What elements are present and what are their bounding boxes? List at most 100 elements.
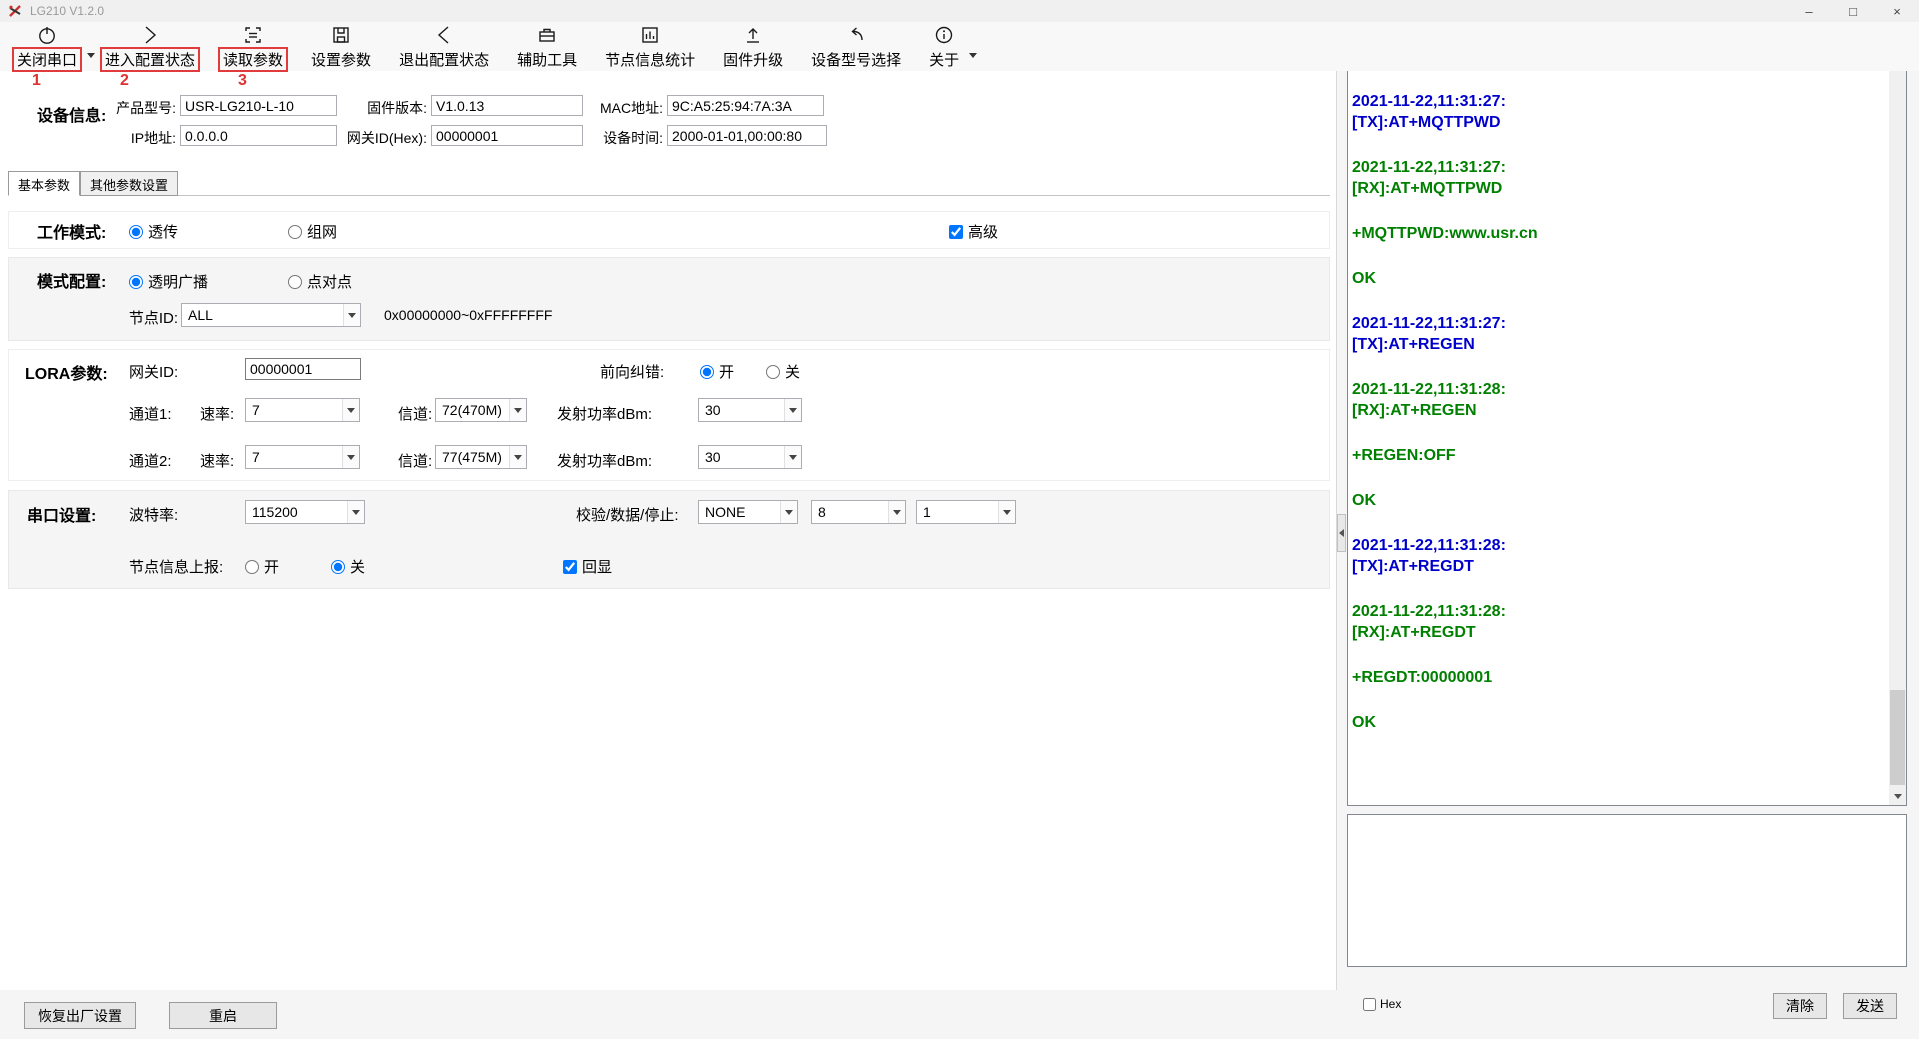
toolbox-icon bbox=[536, 24, 558, 46]
work-mode-network-radio[interactable]: 组网 bbox=[288, 221, 337, 242]
log-line: 2021-11-22,11:31:28: bbox=[1352, 535, 1872, 556]
save-icon bbox=[330, 24, 352, 46]
device-info-title: 设备信息: bbox=[37, 102, 106, 126]
toolbar-button-aux-tools[interactable]: 辅助工具 bbox=[510, 22, 584, 72]
send-button[interactable]: 发送 bbox=[1843, 993, 1897, 1019]
reboot-button[interactable]: 重启 bbox=[169, 1002, 277, 1029]
toolbar-label: 固件升级 bbox=[718, 47, 788, 72]
toolbar-label: 读取参数 bbox=[218, 47, 288, 72]
chevron-left-icon bbox=[433, 24, 455, 46]
baud-rate-select[interactable]: 115200 bbox=[245, 500, 365, 524]
log-line: 2021-11-22,11:31:28: bbox=[1352, 601, 1872, 622]
echo-checkbox[interactable]: 回显 bbox=[563, 556, 612, 577]
mode-config-title: 模式配置: bbox=[37, 268, 106, 292]
firmware-version-field[interactable] bbox=[431, 95, 583, 116]
node-id-range-hint: 0x00000000~0xFFFFFFFF bbox=[384, 307, 552, 323]
toolbar-button-exit-config[interactable]: 退出配置状态 bbox=[392, 22, 496, 72]
power2-select[interactable]: 30 bbox=[698, 445, 802, 469]
annotation-number: 1 bbox=[32, 72, 41, 90]
firmware-upload-icon bbox=[742, 24, 764, 46]
mode-p2p-radio[interactable]: 点对点 bbox=[288, 271, 352, 292]
toolbar-button-device-model[interactable]: 设备型号选择 bbox=[804, 22, 908, 72]
log-line: +MQTTPWD:www.usr.cn bbox=[1352, 223, 1872, 244]
node-id-select[interactable]: ALL bbox=[181, 303, 361, 327]
toolbar-button-set-params[interactable]: 设置参数 bbox=[304, 22, 378, 72]
tab-other-params[interactable]: 其他参数设置 bbox=[80, 171, 178, 196]
stats-chart-icon bbox=[639, 24, 661, 46]
mac-address-field[interactable] bbox=[667, 95, 824, 116]
toolbar-button-about[interactable]: 关于 bbox=[922, 22, 966, 72]
chevron-down-icon bbox=[347, 501, 364, 523]
rate1-select[interactable]: 7 bbox=[245, 398, 360, 422]
node-report-on-radio[interactable]: 开 bbox=[245, 556, 279, 577]
advanced-checkbox[interactable]: 高级 bbox=[949, 221, 998, 242]
toolbar-button-enter-config[interactable]: 进入配置状态 2 bbox=[98, 22, 202, 72]
toolbar-button-node-stats[interactable]: 节点信息统计 bbox=[598, 22, 702, 72]
panel-splitter[interactable] bbox=[1337, 514, 1346, 552]
clear-button[interactable]: 清除 bbox=[1773, 993, 1827, 1019]
product-model-field[interactable] bbox=[180, 95, 337, 116]
channel2-freq-select[interactable]: 77(475M) bbox=[435, 445, 527, 469]
channel1-label: 通道1: bbox=[129, 403, 172, 424]
minimize-button[interactable]: – bbox=[1787, 0, 1831, 22]
baud-rate-label: 波特率: bbox=[129, 504, 178, 525]
log-line: 2021-11-22,11:31:27: bbox=[1352, 157, 1872, 178]
gateway-id-input[interactable] bbox=[245, 358, 361, 380]
channel2-label: 通道2: bbox=[129, 450, 172, 471]
maximize-button[interactable]: □ bbox=[1831, 0, 1875, 22]
log-line: [TX]:AT+REGEN bbox=[1352, 334, 1872, 355]
fec-off-radio[interactable]: 关 bbox=[766, 361, 800, 382]
send-input[interactable] bbox=[1348, 815, 1906, 966]
stop-bits-select[interactable]: 1 bbox=[916, 500, 1016, 524]
scrollbar-down-button[interactable] bbox=[1889, 788, 1906, 805]
node-report-off-radio[interactable]: 关 bbox=[331, 556, 365, 577]
annotation-number: 2 bbox=[120, 72, 129, 90]
log-line: [RX]:AT+REGEN bbox=[1352, 400, 1872, 421]
data-bits-select[interactable]: 8 bbox=[811, 500, 906, 524]
window-title: LG210 V1.2.0 bbox=[30, 4, 104, 18]
scan-params-icon bbox=[242, 24, 264, 46]
log-line: [RX]:AT+REGDT bbox=[1352, 622, 1872, 643]
parity-select[interactable]: NONE bbox=[698, 500, 798, 524]
info-icon bbox=[933, 24, 955, 46]
app-window: LG210 V1.2.0 – □ × 关闭串口 1 进入配置状态 2 读取参数 … bbox=[0, 0, 1919, 1039]
close-button[interactable]: × bbox=[1875, 0, 1919, 22]
device-time-field[interactable] bbox=[667, 125, 827, 146]
fec-on-radio[interactable]: 开 bbox=[700, 361, 734, 382]
rate2-select[interactable]: 7 bbox=[245, 445, 360, 469]
toolbar-button-close-serial[interactable]: 关闭串口 1 bbox=[10, 22, 84, 72]
chevron-down-icon bbox=[342, 399, 359, 421]
chevron-down-icon[interactable] bbox=[969, 53, 977, 58]
scrollbar-thumb[interactable] bbox=[1890, 690, 1905, 785]
undo-arrow-icon bbox=[845, 24, 867, 46]
toolbar-button-read-params[interactable]: 读取参数 3 bbox=[216, 22, 290, 72]
channel2-freq-label: 信道: bbox=[398, 450, 432, 471]
power1-select[interactable]: 30 bbox=[698, 398, 802, 422]
gateway-id-hex-field[interactable] bbox=[431, 125, 583, 146]
log-line: [TX]:AT+REGDT bbox=[1352, 556, 1872, 577]
ip-address-label: IP地址: bbox=[104, 128, 176, 148]
chevron-down-icon bbox=[780, 501, 797, 523]
ip-address-field[interactable] bbox=[180, 125, 337, 146]
node-id-label: 节点ID: bbox=[122, 307, 178, 328]
work-mode-band bbox=[8, 211, 1330, 249]
tab-basic-params[interactable]: 基本参数 bbox=[8, 171, 80, 196]
factory-reset-button[interactable]: 恢复出厂设置 bbox=[24, 1002, 136, 1029]
toolbar-button-firmware-upgrade[interactable]: 固件升级 bbox=[716, 22, 790, 72]
hex-checkbox[interactable]: Hex bbox=[1363, 997, 1401, 1011]
send-input-box bbox=[1347, 814, 1907, 967]
mode-broadcast-radio[interactable]: 透明广播 bbox=[129, 271, 208, 292]
log-line: OK bbox=[1352, 712, 1872, 733]
chevron-down-icon[interactable] bbox=[87, 53, 95, 58]
lora-title: LORA参数: bbox=[25, 360, 108, 384]
channel1-freq-select[interactable]: 72(470M) bbox=[435, 398, 527, 422]
log-scrollbar-track[interactable] bbox=[1889, 23, 1906, 805]
fec-label: 前向纠错: bbox=[600, 361, 664, 382]
log-line: [RX]:AT+MQTTPWD bbox=[1352, 178, 1872, 199]
work-mode-transparent-radio[interactable]: 透传 bbox=[129, 221, 178, 242]
mode-config-band bbox=[8, 257, 1330, 341]
toolbar-label: 退出配置状态 bbox=[394, 47, 494, 72]
mac-address-label: MAC地址: bbox=[581, 98, 663, 118]
toolbar: 关闭串口 1 进入配置状态 2 读取参数 3 设置参数 退出配置状态 辅助工具 bbox=[0, 22, 1919, 71]
product-model-label: 产品型号: bbox=[104, 98, 176, 118]
